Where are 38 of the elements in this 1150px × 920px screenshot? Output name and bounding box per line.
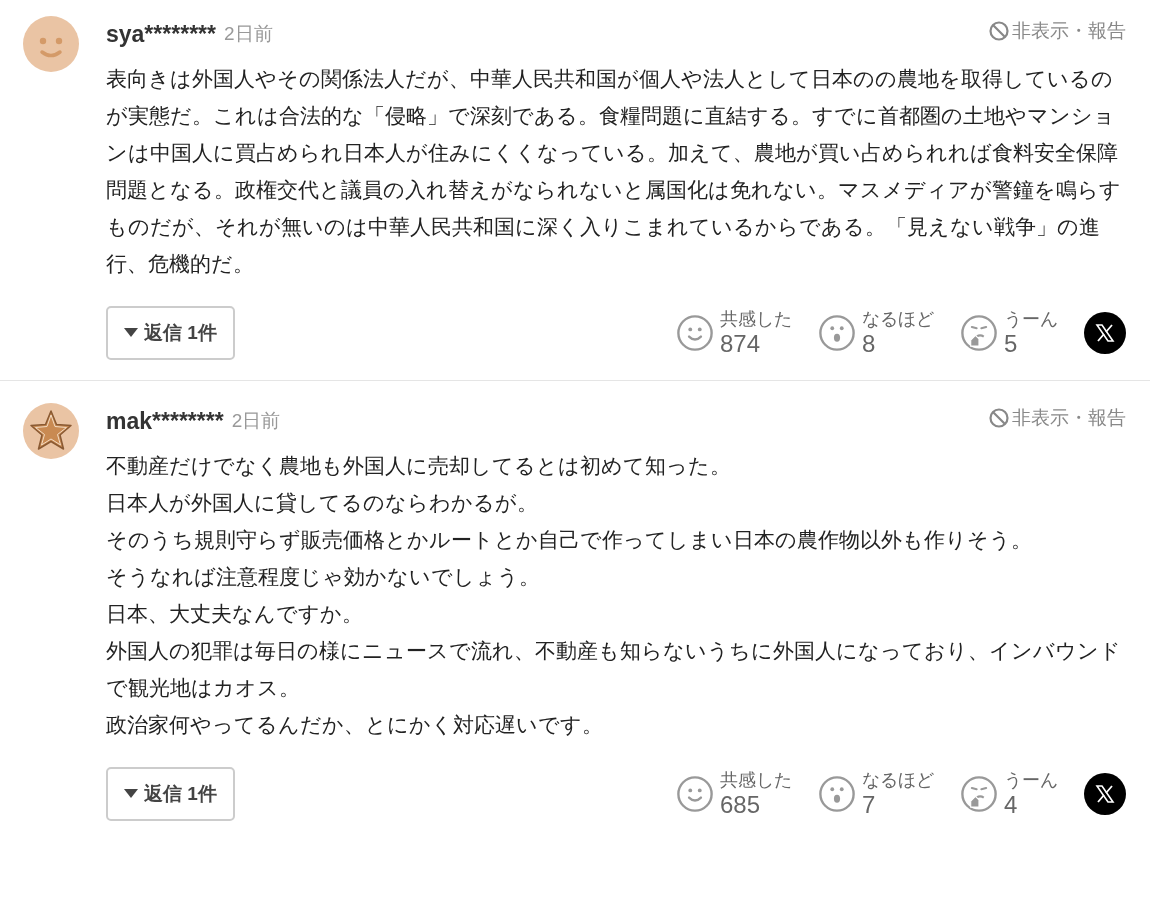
post-time: 2日前 — [231, 408, 281, 433]
prohibited-icon — [988, 20, 1010, 42]
user-name: sya******** — [106, 19, 216, 49]
comment-text: 政治家何やってるんだか、とにかく対応遅いです。 — [106, 712, 604, 738]
comment-text: そうなれば注意程度じゃ効かないでしょう。 — [106, 564, 541, 590]
x-logo-icon — [1095, 323, 1115, 343]
x-logo-icon — [1095, 784, 1115, 804]
hide-report-link[interactable]: 非表示・報告 — [988, 403, 1126, 433]
star-avatar — [23, 403, 79, 459]
replies-button[interactable]: 返信 1件 — [106, 306, 235, 360]
comment-text: 表向きは外国人やその関係法人だが、中華人民共和国が個人や法人として日本のの農地を取得しているのが実態だ。これは合法的な「侵略」で深刻である。食糧問題に直結する。すでに首都圏の土地やマンションは中国人に買占められ日本人が住みにくくなっている。加えて、農地が買い占められれば食料安全保障問題となる。政権交代と議員の入れ替えがなられないと属国化は免れない。マスメディアが警鐘を鳴らすものだが、それが無いのは中華人民共和国に深く入りこまれているからである。「見えない戦争」の進行、危機的だ。 — [106, 66, 1122, 277]
comment-text: 不動産だけでなく農地も外国人に売却してるとは初めて知った。 — [106, 453, 732, 479]
thinking-face-icon — [960, 314, 998, 352]
thinking-face-icon — [960, 775, 998, 813]
smiley-avatar — [23, 16, 79, 72]
x-share-button[interactable] — [1084, 773, 1126, 815]
triangle-down-icon — [124, 328, 138, 338]
post-time: 2日前 — [224, 21, 273, 46]
reaction-button[interactable]: なるほど 8 — [818, 310, 934, 356]
reaction-button[interactable]: 共感した 685 — [676, 771, 792, 817]
reaction-button[interactable]: うーん 5 — [960, 310, 1058, 356]
prohibited-icon — [988, 407, 1010, 429]
surprised-face-icon — [818, 775, 856, 813]
smiling-face-icon — [676, 314, 714, 352]
surprised-face-icon — [818, 314, 856, 352]
comment-text: 日本、大丈夫なんですか。 — [106, 601, 364, 627]
comment-text: 日本人が外国人に貸してるのならわかるが。 — [106, 490, 539, 516]
reaction-button[interactable]: 共感した 874 — [676, 310, 792, 356]
x-share-button[interactable] — [1084, 312, 1126, 354]
hide-report-link[interactable]: 非表示・報告 — [988, 16, 1126, 46]
triangle-down-icon — [124, 789, 138, 799]
comment-text: 外国人の犯罪は毎日の様にニュースで流れ、不動産も知らないうちに外国人になっており、インバウンドで観光地はカオス。 — [106, 638, 1122, 701]
comment-text: そのうち規則守らず販売価格とかルートとか自己で作ってしまい日本の農作物以外も作りそう。 — [106, 527, 1033, 553]
reaction-button[interactable]: なるほど 7 — [818, 771, 934, 817]
reaction-button[interactable]: うーん 4 — [960, 771, 1058, 817]
smiling-face-icon — [676, 775, 714, 813]
user-name: mak******** — [106, 406, 224, 436]
replies-button[interactable]: 返信 1件 — [106, 767, 235, 821]
